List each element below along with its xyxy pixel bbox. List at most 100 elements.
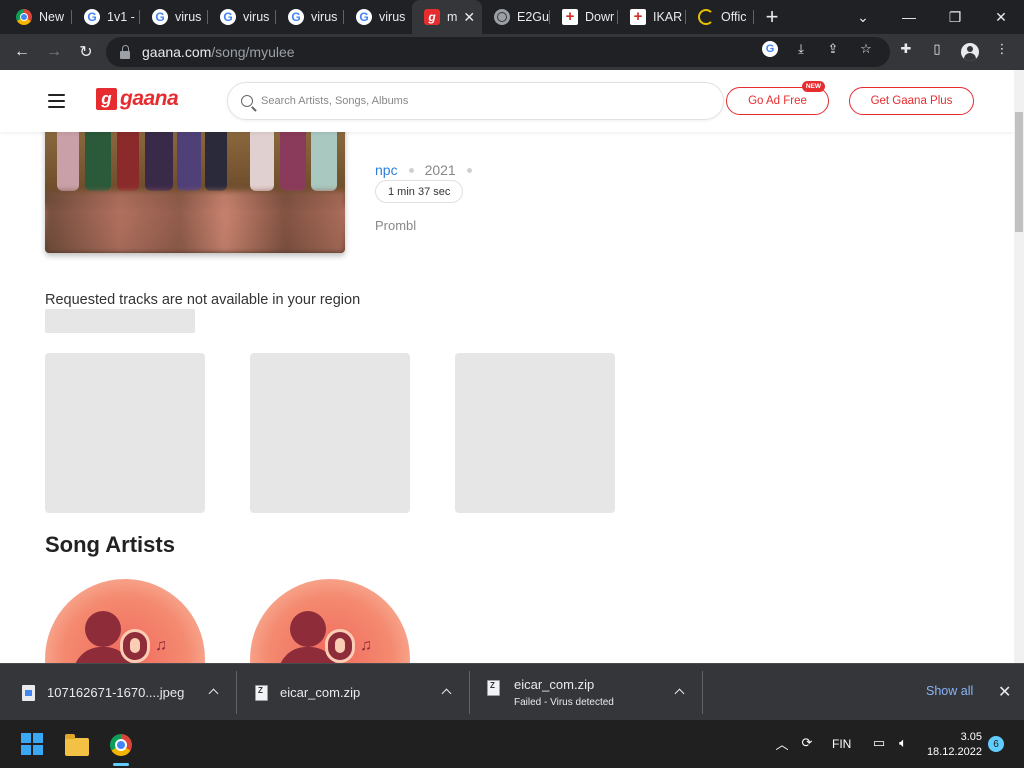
close-download-shelf-icon[interactable]: ✕ — [998, 682, 1011, 702]
tab-title: Offic — [721, 10, 747, 24]
browser-tab[interactable]: IKAR — [618, 0, 686, 34]
forward-icon[interactable]: → — [39, 37, 69, 67]
browser-tab[interactable]: virus — [276, 0, 344, 34]
separator-dot — [466, 167, 472, 173]
tab-strip: New 1v1 - virus virus virus virus g m ✕ … — [0, 0, 1024, 34]
go-ad-free-label: Go Ad Free — [748, 95, 807, 107]
clock-date: 18.12.2022 — [926, 746, 982, 758]
windows-taskbar: ︿ ⟳ FIN ▭ 🔈︎ 3.05 18.12.2022 6 — [0, 720, 1024, 768]
region-unavailable-message: Requested tracks are not available in yo… — [45, 292, 361, 308]
tab-title: 1v1 - — [107, 10, 135, 24]
google-icon — [220, 9, 236, 25]
download-options-chevron-icon[interactable] — [207, 686, 219, 698]
maximize-button[interactable]: ❐ — [932, 0, 978, 34]
loading-icon — [698, 9, 714, 25]
page-viewport: g gaana Go Ad Free NEW Get Gaana Plus np… — [0, 70, 1014, 663]
search-box[interactable] — [227, 82, 724, 120]
download-item[interactable]: eicar_com.zip — [255, 664, 360, 721]
browser-tab[interactable]: Offic — [686, 0, 754, 34]
minimize-button[interactable]: — — [886, 0, 932, 34]
browser-tab[interactable]: Dowr — [550, 0, 618, 34]
tab-title: New — [39, 10, 65, 24]
artist-avatar[interactable]: ♫ — [250, 579, 410, 663]
get-gaana-plus-label: Get Gaana Plus — [870, 95, 953, 107]
browser-tab[interactable]: virus — [140, 0, 208, 34]
get-gaana-plus-button[interactable]: Get Gaana Plus — [849, 87, 974, 115]
google-lens-icon[interactable]: G — [762, 41, 778, 57]
tab-title: virus — [311, 10, 338, 24]
browser-tab[interactable]: E2Gu — [482, 0, 550, 34]
download-shelf: 107162671-1670....jpeg eicar_com.zip eic… — [0, 663, 1024, 720]
section-title-song-artists: Song Artists — [45, 532, 175, 557]
song-artist-link[interactable]: npc — [375, 162, 398, 178]
volume-icon[interactable]: 🔈︎ — [895, 735, 911, 751]
url-text: gaana.com/song/myulee — [142, 44, 295, 60]
chrome-icon — [16, 9, 32, 25]
browser-toolbar: ← → ↻ gaana.com/song/myulee G ⤓ ⇪ ☆ ✚ ▯ … — [0, 34, 1024, 70]
install-icon[interactable]: ⤓ — [793, 41, 809, 57]
globe-icon — [494, 9, 510, 25]
lock-icon — [120, 44, 130, 59]
separator-dot — [408, 167, 414, 173]
tab-title: virus — [379, 10, 406, 24]
download-options-chevron-icon[interactable] — [440, 686, 452, 698]
browser-tab[interactable]: New — [0, 0, 72, 34]
notification-badge[interactable]: 6 — [988, 736, 1004, 752]
active-app-indicator — [113, 763, 129, 766]
hamburger-menu-icon[interactable] — [48, 94, 65, 108]
show-all-downloads-link[interactable]: Show all — [926, 684, 973, 698]
reload-icon[interactable]: ↻ — [71, 37, 101, 67]
download-filename: eicar_com.zip — [280, 685, 361, 700]
gaana-logo[interactable]: g gaana — [96, 87, 179, 111]
sync-icon[interactable]: ⟳ — [799, 735, 815, 751]
song-meta: npc 2021 — [375, 162, 483, 178]
microphone-icon — [325, 629, 355, 663]
zip-file-icon — [255, 684, 268, 701]
skeleton-card — [455, 353, 615, 513]
language-indicator[interactable]: FIN — [832, 737, 851, 751]
tray-chevron-up-icon[interactable]: ︿ — [774, 735, 790, 752]
google-icon — [288, 9, 304, 25]
browser-tab-active[interactable]: g m ✕ — [412, 0, 482, 34]
artist-avatar[interactable]: ♫ — [45, 579, 205, 663]
close-window-button[interactable]: ✕ — [978, 0, 1024, 34]
browser-tab[interactable]: virus — [344, 0, 412, 34]
cross-icon — [562, 9, 578, 25]
song-year: 2021 — [424, 162, 456, 178]
back-icon[interactable]: ← — [7, 37, 37, 67]
download-options-chevron-icon[interactable] — [673, 686, 685, 698]
browser-tab[interactable]: virus — [208, 0, 276, 34]
cross-icon — [630, 9, 646, 25]
tab-title: virus — [175, 10, 202, 24]
gaana-header: g gaana Go Ad Free NEW Get Gaana Plus — [0, 70, 1014, 132]
file-explorer-icon[interactable] — [60, 728, 94, 762]
download-item-failed[interactable]: eicar_com.zip Failed - Virus detected — [487, 664, 614, 721]
chrome-taskbar-icon[interactable] — [104, 728, 138, 762]
tab-close-icon[interactable]: ✕ — [463, 9, 475, 26]
network-icon[interactable]: ▭ — [871, 735, 887, 751]
clock-time: 3.05 — [960, 731, 982, 743]
windows-start-icon[interactable] — [21, 733, 43, 755]
extensions-icon[interactable]: ✚ — [898, 41, 914, 57]
song-label: Prombl — [375, 218, 417, 233]
tab-title: IKAR — [653, 10, 683, 24]
menu-kebab-icon[interactable]: ⋮ — [994, 41, 1010, 57]
tab-search-icon[interactable]: ⌄ — [840, 0, 886, 34]
new-tab-button[interactable]: + — [754, 0, 790, 34]
tab-title: Dowr — [585, 10, 615, 24]
scrollbar-thumb[interactable] — [1015, 112, 1023, 232]
search-input[interactable] — [261, 95, 701, 107]
browser-tab[interactable]: 1v1 - — [72, 0, 140, 34]
music-note-icon: ♫ — [155, 637, 167, 654]
page-scrollbar[interactable] — [1014, 70, 1024, 663]
logo-text: gaana — [120, 87, 179, 110]
bookmark-star-icon[interactable]: ☆ — [858, 41, 874, 57]
go-ad-free-button[interactable]: Go Ad Free NEW — [726, 81, 829, 115]
image-file-icon — [22, 684, 35, 701]
share-icon[interactable]: ⇪ — [825, 41, 841, 57]
skeleton-placeholder — [45, 309, 195, 333]
side-panel-icon[interactable]: ▯ — [929, 41, 945, 57]
taskbar-clock[interactable]: 3.05 18.12.2022 — [924, 730, 982, 760]
profile-avatar-icon[interactable] — [961, 43, 979, 61]
download-item[interactable]: 107162671-1670....jpeg — [22, 664, 184, 721]
